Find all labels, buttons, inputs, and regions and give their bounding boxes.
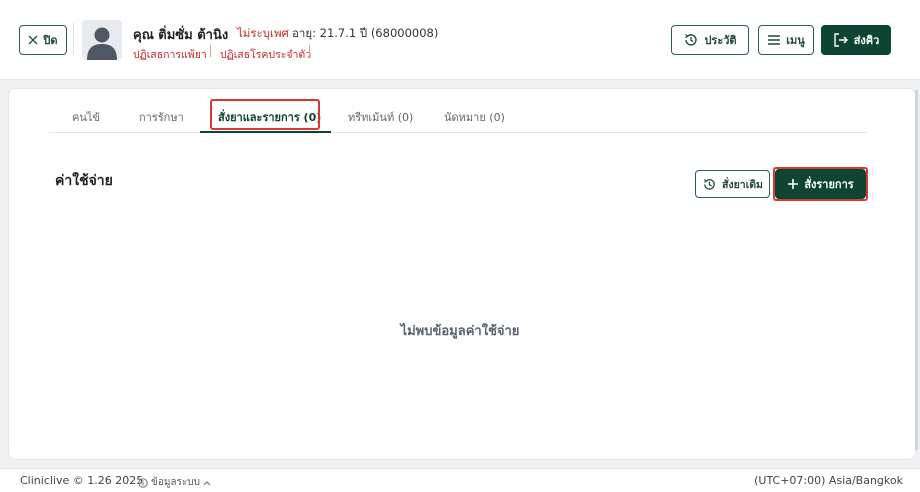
send-queue-label: ส่งคิว: [853, 34, 880, 47]
history-icon: [683, 32, 699, 48]
hamburger-icon: [767, 34, 781, 46]
chevron-up-icon: [203, 480, 211, 486]
tab-appointments[interactable]: นัดหมาย (0): [444, 108, 505, 126]
section-title: ค่าใช้จ่าย: [55, 173, 113, 189]
drug-allergy-status: ปฏิเสธการแพ้ยา: [133, 49, 207, 61]
patient-age: อายุ: 21.7.1 ปี (68000008): [292, 26, 439, 40]
tab-patient[interactable]: คนไข้: [72, 108, 100, 126]
tab-treatment[interactable]: การรักษา: [139, 108, 184, 126]
reorder-previous-label: สั่งยาเดิม: [722, 178, 763, 191]
system-info-link[interactable]: ข้อมูลระบบ: [138, 475, 211, 490]
app-version: Cliniclive © 1.26 2025: [20, 474, 144, 487]
user-icon: [82, 20, 122, 60]
active-tab-indicator: [200, 131, 331, 133]
history-button-label: ประวัติ: [704, 34, 737, 47]
patient-header: ปิด คุณ ติ่มซั่ม ต้านิง ไม่ระบุเพศ อายุ:…: [0, 0, 920, 80]
close-button[interactable]: ปิด: [19, 25, 67, 55]
close-button-label: ปิด: [43, 34, 58, 47]
divider: [210, 45, 211, 57]
close-icon: [28, 35, 38, 45]
menu-button-label: เมนู: [786, 34, 805, 47]
main-panel: [8, 88, 916, 460]
menu-button[interactable]: เมนู: [758, 25, 814, 55]
send-queue-icon: [833, 33, 849, 47]
footer: Cliniclive © 1.26 2025 ข้อมูลระบบ (UTC+0…: [0, 468, 920, 492]
scrollbar[interactable]: [915, 90, 918, 450]
reorder-previous-button[interactable]: สั่งยาเดิม: [695, 170, 770, 198]
avatar: [82, 20, 122, 60]
patient-name: คุณ ติ่มซั่ม ต้านิง: [133, 28, 229, 43]
chronic-disease-status: ปฏิเสธโรคประจำตัว: [220, 49, 312, 61]
timezone: (UTC+07:00) Asia/Bangkok: [754, 474, 903, 487]
divider: [73, 23, 74, 55]
patient-gender: ไม่ระบุเพศ: [237, 26, 289, 40]
highlight-box: [773, 167, 868, 201]
highlight-box: [210, 99, 320, 130]
send-queue-button[interactable]: ส่งคิว: [821, 25, 891, 55]
empty-state-message: ไม่พบข้อมูลค่าใช้จ่าย: [400, 324, 520, 339]
tab-treatments[interactable]: ทรีทเม้นท์ (0): [348, 108, 413, 126]
divider: [309, 45, 310, 57]
system-info-label: ข้อมูลระบบ: [151, 477, 200, 488]
info-icon: [138, 477, 148, 488]
tabs-divider: [49, 132, 868, 133]
history-button[interactable]: ประวัติ: [671, 25, 749, 55]
history-icon: [702, 177, 717, 192]
